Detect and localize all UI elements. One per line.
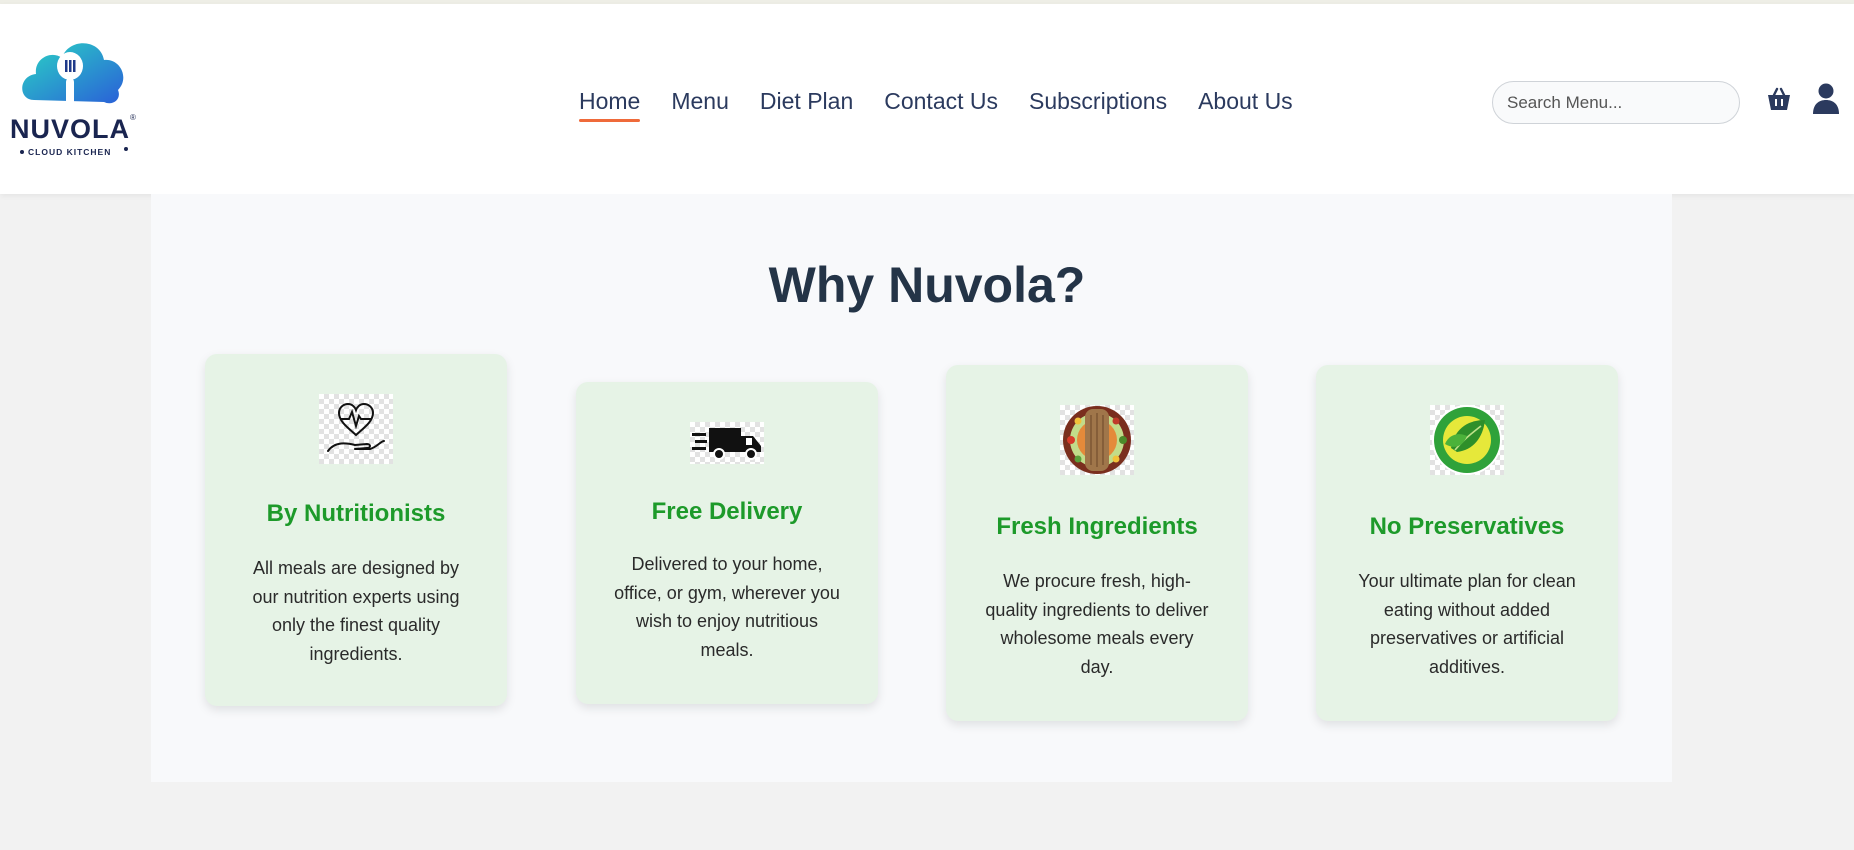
nav-contact-us[interactable]: Contact Us (884, 86, 998, 116)
feature-title: Free Delivery (651, 498, 803, 525)
logo-tagline-text: CLOUD KITCHEN (28, 147, 111, 157)
section-title: Why Nuvola? (768, 257, 1086, 313)
feature-description: Your ultimate plan for clean eating with… (1358, 571, 1576, 677)
main-nav: Home Menu Diet Plan Contact Us Subscript… (579, 86, 1324, 122)
search-input[interactable] (1492, 81, 1740, 124)
feature-card-fresh-ingredients: Fresh Ingredients We procure fresh, high… (946, 365, 1248, 721)
fresh-ingredients-icon (1060, 405, 1134, 475)
nav-subscriptions[interactable]: Subscriptions (1029, 86, 1167, 116)
heart-in-hand-icon (319, 394, 393, 464)
nav-home[interactable]: Home (579, 86, 641, 122)
feature-description: We procure fresh, high-quality ingredien… (985, 571, 1209, 677)
user-icon[interactable] (1812, 82, 1840, 116)
feature-description: All meals are designed by our nutrition … (252, 558, 460, 664)
feature-title: No Preservatives (1369, 513, 1565, 540)
site-header: NUVOLA ® CLOUD KITCHEN Home Menu Diet Pl… (0, 4, 1854, 194)
feature-card-no-preservatives: No Preservatives Your ultimate plan for … (1316, 365, 1618, 721)
feature-title: Fresh Ingredients (996, 513, 1198, 540)
feature-card-nutritionists: By Nutritionists All meals are designed … (205, 354, 507, 706)
no-preservatives-badge-icon (1430, 405, 1504, 475)
nav-about-us[interactable]: About Us (1198, 86, 1293, 116)
nuvola-logo[interactable]: NUVOLA ® CLOUD KITCHEN (8, 28, 138, 160)
nav-menu[interactable]: Menu (671, 86, 729, 116)
nav-diet-plan[interactable]: Diet Plan (760, 86, 853, 116)
feature-description: Delivered to your home, office, or gym, … (614, 554, 840, 660)
feature-title: By Nutritionists (266, 500, 446, 527)
basket-icon[interactable] (1765, 86, 1793, 114)
feature-card-free-delivery: Free Delivery Delivered to your home, of… (576, 382, 878, 704)
svg-text:®: ® (130, 113, 136, 122)
logo-brand-text: NUVOLA (10, 114, 130, 144)
delivery-truck-icon (690, 422, 764, 464)
